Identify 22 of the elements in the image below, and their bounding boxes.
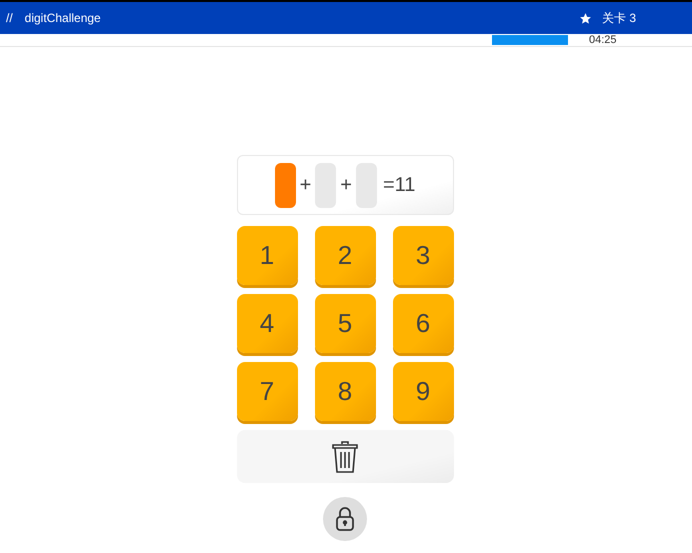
digit-key[interactable]: 2 [314, 226, 376, 285]
delete-button[interactable] [236, 430, 454, 483]
digit-slot[interactable] [274, 162, 296, 208]
digit-key[interactable]: 7 [236, 362, 298, 421]
level-label: 关卡 3 [602, 10, 636, 27]
digit-key[interactable]: 4 [236, 294, 298, 353]
trash-icon [331, 440, 359, 474]
digit-key[interactable]: 3 [392, 226, 454, 285]
digit-key[interactable]: 9 [392, 362, 454, 421]
lock-button[interactable] [323, 497, 367, 541]
plus-sign: + [300, 173, 312, 198]
digit-key[interactable]: 5 [314, 294, 376, 353]
plus-sign: + [340, 173, 352, 198]
menu-glyph[interactable]: // [6, 9, 13, 27]
digit-key[interactable]: 1 [236, 226, 298, 285]
star-icon [578, 12, 592, 24]
equation-result: =11 [382, 173, 416, 198]
app-title: digitChallenge [24, 10, 101, 27]
lock-icon [335, 506, 355, 532]
digit-key[interactable]: 6 [392, 294, 454, 353]
digit-key[interactable]: 8 [314, 362, 376, 421]
timer: 04:25 [589, 32, 617, 48]
